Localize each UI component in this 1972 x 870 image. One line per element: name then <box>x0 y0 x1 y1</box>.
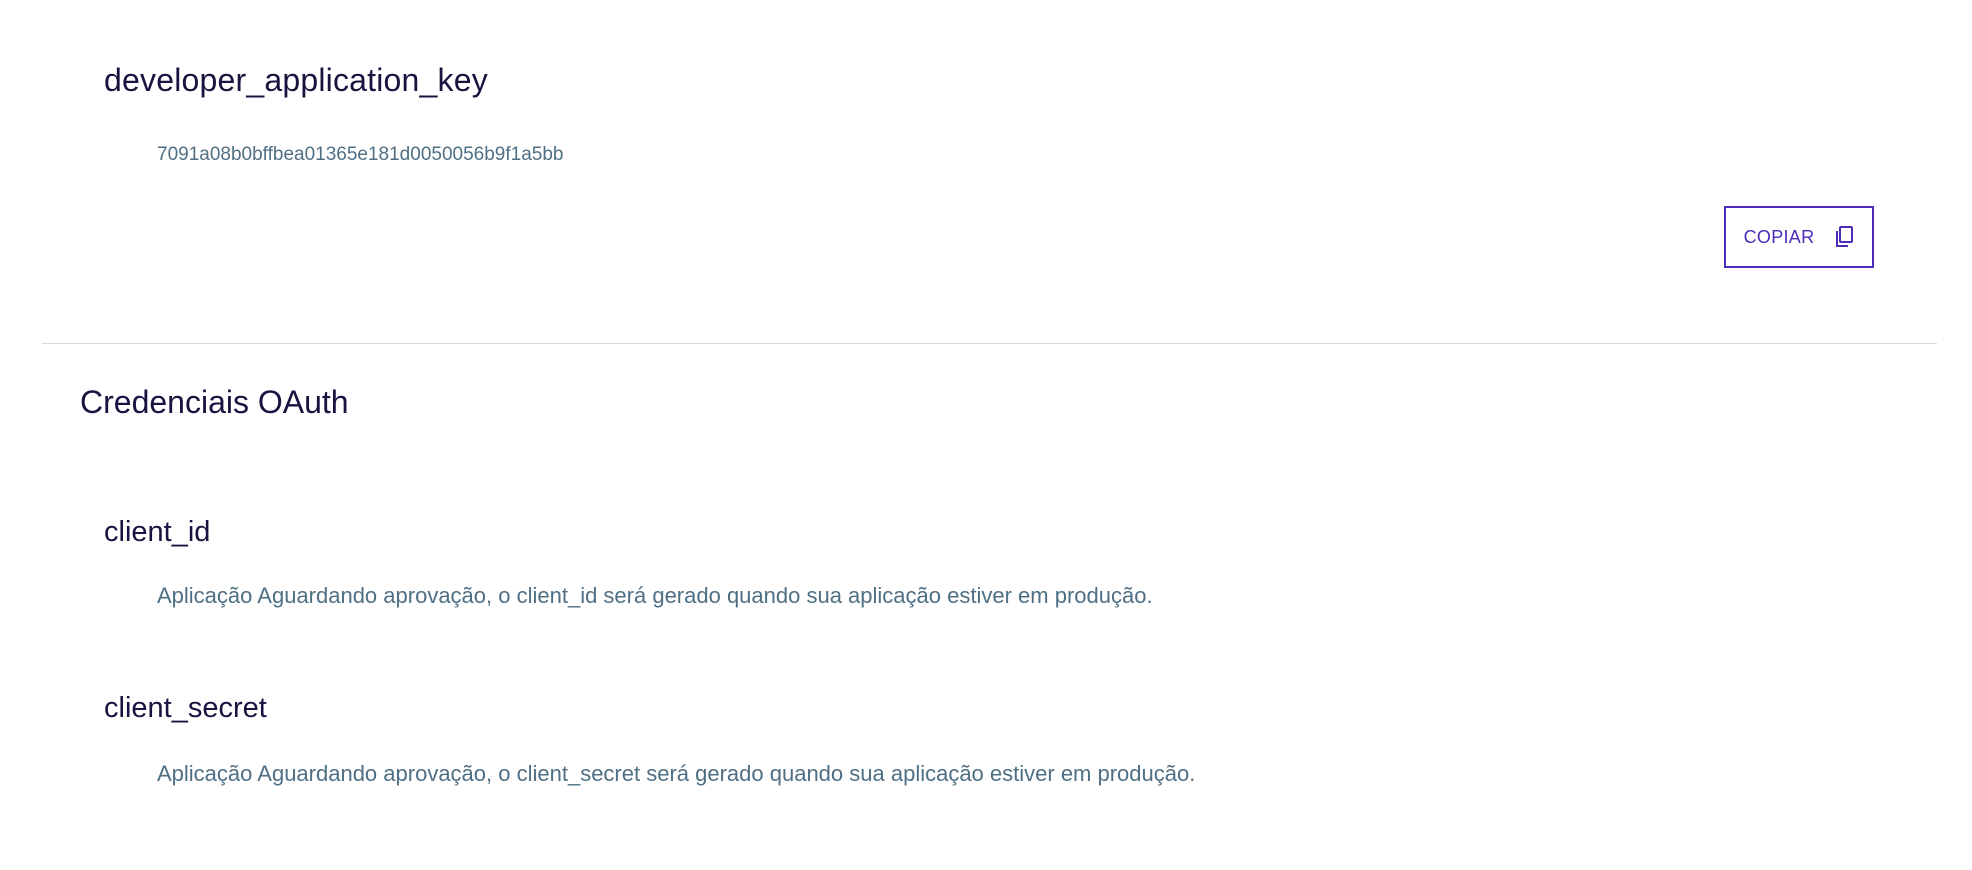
section-divider <box>42 343 1937 344</box>
developer-key-title: developer_application_key <box>104 62 488 98</box>
client-secret-title: client_secret <box>104 692 267 724</box>
client-id-description: Aplicação Aguardando aprovação, o client… <box>157 583 1153 608</box>
developer-key-value: 7091a08b0bffbea01365e181d0050056b9f1a5bb <box>157 144 564 165</box>
copy-button[interactable]: COPIAR <box>1724 206 1874 268</box>
copy-icon <box>1834 225 1854 249</box>
client-id-title: client_id <box>104 516 211 548</box>
client-secret-description: Aplicação Aguardando aprovação, o client… <box>157 761 1196 786</box>
copy-button-label: COPIAR <box>1743 226 1815 247</box>
oauth-section-title: Credenciais OAuth <box>80 384 349 420</box>
